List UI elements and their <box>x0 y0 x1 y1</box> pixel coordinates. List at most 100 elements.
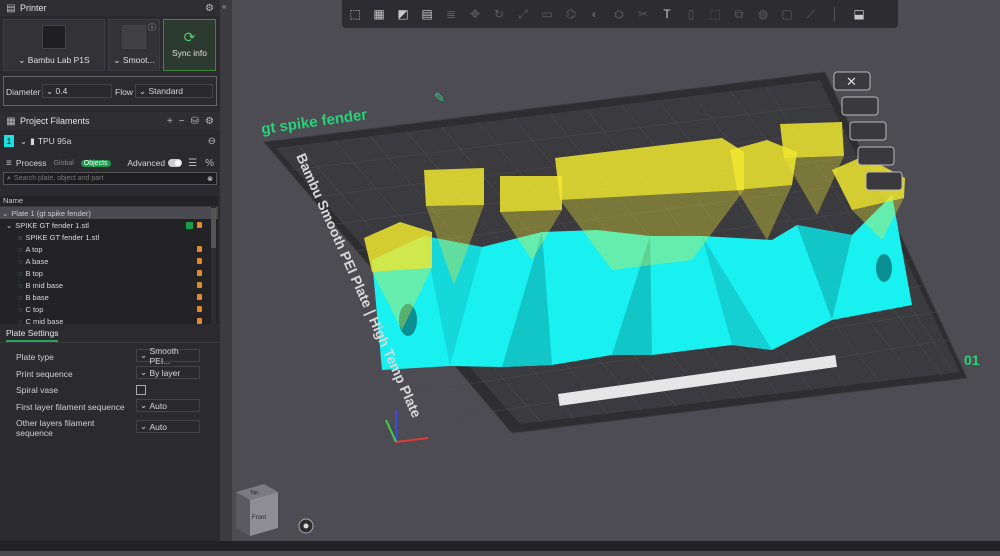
lock-icon[interactable] <box>197 318 202 324</box>
lock-icon[interactable] <box>197 258 202 264</box>
flow-select[interactable]: ⌄ Standard <box>135 84 213 98</box>
brush-icon[interactable]: ⟋ <box>802 5 820 23</box>
fuzzy-icon[interactable]: ▢ <box>778 5 796 23</box>
orient-icon[interactable] <box>849 121 887 141</box>
rotate-icon[interactable]: ↻ <box>490 5 508 23</box>
boolean-icon[interactable]: ◐ <box>586 5 604 23</box>
diameter-select[interactable]: ⌄ 0.4 <box>42 84 112 98</box>
spiral-vase-checkbox[interactable] <box>136 385 146 395</box>
first-layer-select[interactable]: ⌄ Auto <box>136 399 200 412</box>
printable-checkbox[interactable] <box>186 221 193 229</box>
lay-on-face-icon[interactable]: ▭ <box>538 5 556 23</box>
tree-row-part[interactable]: ◌ A base <box>0 255 218 267</box>
arrange-all-icon[interactable]: ▤ <box>418 5 436 23</box>
filament-row[interactable]: 1 ⌄ ▮ TPU 95a ⊖ <box>0 132 220 150</box>
color-paint-icon[interactable]: ◍ <box>754 5 772 23</box>
advanced-toggle[interactable] <box>168 159 183 167</box>
objects-tab[interactable]: Objects <box>80 159 111 167</box>
lock-icon[interactable] <box>197 222 202 228</box>
nozzle-settings: Diameter ⌄ 0.4 Flow ⌄ Standard <box>3 76 217 106</box>
percent-icon[interactable]: % <box>205 158 214 169</box>
gear-icon[interactable]: ⚙ <box>205 3 214 14</box>
printer-model-card[interactable]: ⌄ Bambu Lab P1S <box>3 19 105 71</box>
filament-index: 1 <box>4 135 14 147</box>
collapse-icon[interactable]: ⌄ <box>6 221 12 230</box>
process-title: Process <box>15 158 47 168</box>
plate-type-card[interactable]: ⓘ ⌄ Smoot... <box>108 19 160 71</box>
arrange-icon[interactable] <box>841 96 879 116</box>
tree-scrollbar[interactable] <box>211 206 216 324</box>
tree-row-part[interactable]: ◌ SPIKE GT fender 1.stl <box>0 231 218 243</box>
minus-icon[interactable]: − <box>179 116 185 127</box>
tree-row-part[interactable]: ◌ B mid base <box>0 279 218 291</box>
scrollbar-thumb[interactable] <box>211 208 216 248</box>
lock-icon[interactable] <box>197 246 202 252</box>
gear-icon[interactable]: ⚙ <box>205 116 214 127</box>
object-search[interactable]: ⌕ Search plate, object and part ⊗ <box>3 172 217 185</box>
printer-section-header: ▤ Printer ⚙ <box>0 0 220 16</box>
tree-label: B base <box>25 292 49 302</box>
text-icon[interactable]: T <box>658 5 676 23</box>
print-sequence-label: Print sequence <box>16 369 73 379</box>
tree-row-plate[interactable]: ⌄ Plate 1 (gt spike fender) <box>0 207 218 219</box>
edit-name-icon[interactable]: ✎ <box>434 90 445 105</box>
modifier-icon: ◌ <box>18 244 23 254</box>
plate-settings-icon[interactable] <box>865 171 903 191</box>
tree-header: Name <box>0 196 218 207</box>
tree-row-part[interactable]: ◌ A top <box>0 243 218 255</box>
plate-settings-tab[interactable]: Plate Settings <box>0 326 218 343</box>
x-axis <box>395 437 429 443</box>
tree-row-part[interactable]: ◌ C top <box>0 303 218 315</box>
process-icon: ≡ <box>6 157 12 169</box>
lock-icon[interactable] <box>197 294 202 300</box>
measure-icon[interactable]: ⬚ <box>706 5 724 23</box>
clear-icon[interactable]: ⊗ <box>207 175 213 183</box>
cut-icon[interactable]: ⌬ <box>562 5 580 23</box>
move-icon[interactable]: ✥ <box>466 5 484 23</box>
collapse-icon[interactable]: ⌄ <box>2 209 8 218</box>
3d-viewport[interactable]: gt spike fender ✎ Bambu Smooth PEI Plate… <box>232 0 1000 551</box>
plate-type-select[interactable]: ⌄ Smooth PEI... <box>136 346 200 366</box>
sidebar-divider[interactable]: « <box>220 0 232 551</box>
assembly-icon[interactable]: ⧉ <box>730 5 748 23</box>
remove-filament-icon[interactable]: ⊖ <box>208 136 216 147</box>
seam-paint-icon[interactable]: ✂ <box>634 5 652 23</box>
tree-label: A top <box>25 244 43 254</box>
modifier-icon: ◌ <box>18 268 23 278</box>
collapse-sidebar-icon[interactable]: « <box>222 2 226 11</box>
lock-plate-icon[interactable] <box>857 146 895 166</box>
filament-sync-icon[interactable]: ⛁ <box>191 116 199 127</box>
svg-icon[interactable]: ▯ <box>682 5 700 23</box>
separator: │ <box>831 7 839 21</box>
other-layers-select[interactable]: ⌄ Auto <box>136 420 200 433</box>
view-cube[interactable]: Top Front <box>236 484 278 536</box>
flow-value: Standard <box>148 86 183 96</box>
list-icon[interactable]: ☰ <box>188 158 197 169</box>
scale-icon[interactable]: ⤢ <box>514 5 532 23</box>
search-icon: ⌕ <box>7 174 11 182</box>
split-icon[interactable]: ≣ <box>442 5 460 23</box>
tree-row-part[interactable]: ◌ B top <box>0 267 218 279</box>
auto-orient-icon[interactable]: ◩ <box>394 5 412 23</box>
sync-info-button[interactable]: ⟳ Sync info <box>163 19 216 71</box>
support-paint-icon[interactable]: ⛭ <box>610 5 628 23</box>
tree-label: C mid base <box>25 316 64 326</box>
view-mode-icon[interactable]: ⬓ <box>850 5 868 23</box>
first-layer-value: Auto <box>149 400 167 411</box>
chevron-down-icon: ⌄ <box>113 55 123 65</box>
tree-row-object[interactable]: ⌄ SPIKE GT fender 1.stl <box>0 219 218 231</box>
add-plate-icon[interactable]: ▦ <box>370 5 388 23</box>
lock-icon[interactable] <box>197 306 202 312</box>
tree-row-part[interactable]: ◌ B base <box>0 291 218 303</box>
lock-icon[interactable] <box>197 270 202 276</box>
print-sequence-select[interactable]: ⌄ By layer <box>136 366 200 379</box>
spool-icon: ▮ <box>30 135 35 146</box>
lock-icon[interactable] <box>197 282 202 288</box>
cube-front-label: Front <box>252 515 266 521</box>
global-tab[interactable]: Global <box>51 160 77 167</box>
spiral-vase-label: Spiral vase <box>16 385 59 395</box>
plus-icon[interactable]: + <box>167 116 173 127</box>
advanced-label: Advanced <box>127 158 166 168</box>
info-icon[interactable]: ⓘ <box>148 22 156 33</box>
add-object-icon[interactable]: ⬚ <box>346 5 364 23</box>
